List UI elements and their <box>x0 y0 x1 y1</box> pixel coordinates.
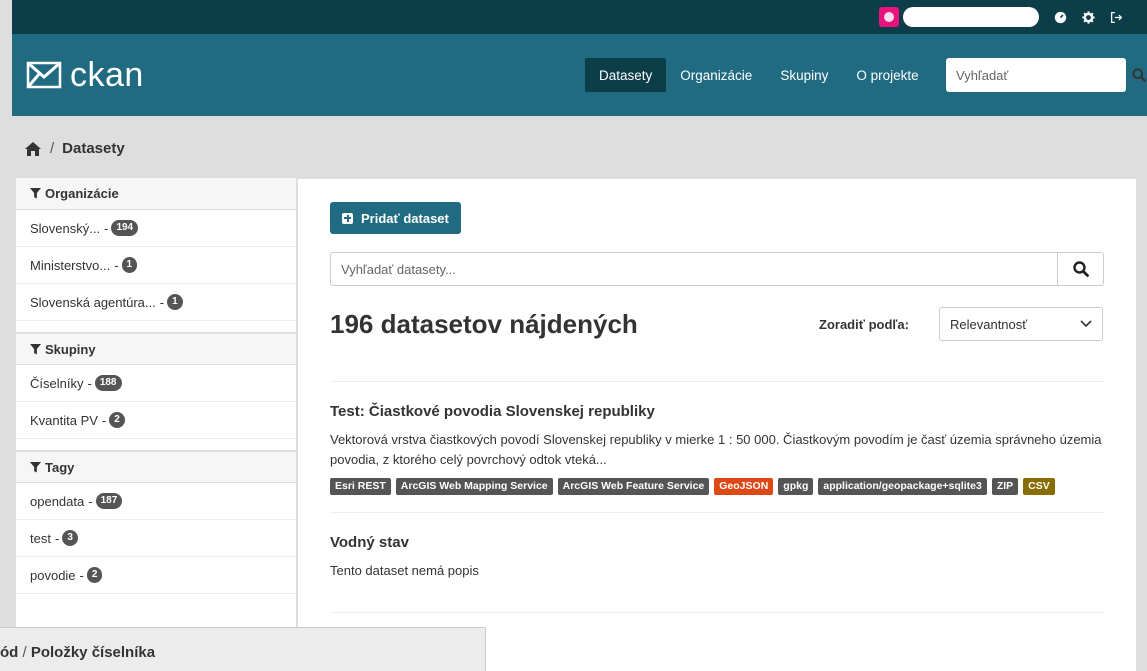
add-dataset-button[interactable]: Pridať dataset <box>330 202 461 234</box>
chevron-down-icon <box>1080 320 1092 328</box>
facet-heading-tags: Tagy <box>16 451 296 483</box>
filter-icon <box>30 188 41 199</box>
ckan-logo-icon <box>26 61 62 89</box>
breadcrumb: / Datasety <box>24 140 125 157</box>
dataset-notes: Vektorová vrstva čiastkových povodí Slov… <box>330 432 1102 467</box>
facet-item-group[interactable]: Kvantita PV -2 <box>16 402 296 439</box>
sort-select[interactable]: Relevantnosť <box>939 307 1103 341</box>
count-badge: 194 <box>111 220 139 236</box>
format-badge[interactable]: CSV <box>1023 478 1055 495</box>
dataset-search <box>330 252 1104 286</box>
dataset-search-input[interactable] <box>331 253 1057 285</box>
results-count-title: 196 datasetov nájdených <box>330 309 638 339</box>
breadcrumb-current[interactable]: Položky číselníka <box>31 644 155 661</box>
dataset-search-button[interactable] <box>1057 253 1103 285</box>
nav-about[interactable]: O projekte <box>842 58 932 92</box>
facet-item-tag[interactable]: opendata -187 <box>16 483 296 520</box>
user-avatar[interactable] <box>879 7 899 27</box>
facet-item-label: opendata <box>30 493 85 509</box>
format-badge[interactable]: ZIP <box>991 478 1019 495</box>
add-dataset-label: Pridať dataset <box>361 210 449 226</box>
facet-item-tag[interactable]: povodie -2 <box>16 557 296 594</box>
format-badge[interactable]: application/geopackage+sqlite3 <box>818 478 987 495</box>
facet-item-label: Slovenská agentúra... <box>30 294 156 310</box>
breadcrumb-current[interactable]: Datasety <box>62 140 125 157</box>
facet-item-label: Číselníky <box>30 375 84 391</box>
nav-organizations[interactable]: Organizácie <box>666 58 766 92</box>
nav-datasets[interactable]: Datasety <box>585 58 667 92</box>
facet-item-label: Slovenský... <box>30 220 101 236</box>
site-search <box>946 58 1146 92</box>
format-badge[interactable]: ArcGIS Web Mapping Service <box>395 478 553 495</box>
facet-item-tag[interactable]: test -3 <box>16 520 296 557</box>
count-badge: 1 <box>121 257 138 273</box>
count-badge: 187 <box>95 493 123 509</box>
dataset-title-link[interactable]: Vodný stav <box>330 534 1104 551</box>
facet-item-org[interactable]: Ministerstvo... -1 <box>16 247 296 284</box>
format-badge[interactable]: ArcGIS Web Feature Service <box>557 478 710 495</box>
count-badge: 2 <box>86 567 103 583</box>
result-divider <box>330 381 1104 382</box>
gear-icon[interactable] <box>1081 10 1095 24</box>
breadcrumb-partial[interactable]: ód <box>0 644 18 661</box>
nav-groups[interactable]: Skupiny <box>766 58 842 92</box>
result-divider <box>330 512 1104 513</box>
format-badge[interactable]: Esri REST <box>330 478 391 495</box>
count-badge: 1 <box>167 294 183 310</box>
breadcrumb-separator: / <box>50 140 55 157</box>
facet-item-label: povodie <box>30 567 76 583</box>
site-search-input[interactable] <box>956 67 1132 83</box>
format-list: Esri REST ArcGIS Web Mapping Service Arc… <box>330 478 1104 495</box>
count-badge: 2 <box>109 412 125 428</box>
sort-label: Zoradiť podľa: <box>819 317 909 332</box>
result-divider <box>330 612 1104 613</box>
format-badge[interactable]: GeoJSON <box>714 478 774 495</box>
facet-item-label: Kvantita PV <box>30 412 98 428</box>
facet-sidebar: Organizácie Slovenský... -194 Ministerstv… <box>16 178 296 633</box>
masthead: ckan Datasety Organizácie Skupiny O proj… <box>12 34 1147 116</box>
logo-text: ckan <box>70 55 144 94</box>
count-badge: 188 <box>94 375 122 391</box>
dataset-title-link[interactable]: Test: Čiastkové povodia Slovenskej repub… <box>330 403 1104 420</box>
search-icon[interactable] <box>1132 68 1146 82</box>
site-logo[interactable]: ckan <box>26 56 144 95</box>
breadcrumb-separator: / <box>22 644 31 661</box>
search-icon <box>1072 261 1089 277</box>
main-nav: Datasety Organizácie Skupiny O projekte <box>585 58 933 92</box>
dataset-item: Vodný stav Tento dataset nemá popis <box>330 534 1104 581</box>
facet-item-org[interactable]: Slovenská agentúra... -1 <box>16 284 296 321</box>
facet-heading-label: Tagy <box>45 459 75 475</box>
account-bar <box>12 0 1147 34</box>
facet-heading-organizations: Organizácie <box>16 178 296 210</box>
facet-item-group[interactable]: Číselníky -188 <box>16 365 296 402</box>
dataset-notes: Tento dataset nemá popis <box>330 563 479 578</box>
dataset-item: Test: Čiastkové povodia Slovenskej repub… <box>330 403 1104 495</box>
dataset-search-main: Pridať dataset 196 datasetov nájdených Z… <box>297 178 1137 671</box>
facet-item-label: Ministerstvo... <box>30 257 111 273</box>
format-badge[interactable]: gpkg <box>778 478 814 495</box>
username-link[interactable] <box>903 7 1039 27</box>
facet-heading-groups: Skupiny <box>16 333 296 365</box>
count-badge: 3 <box>62 530 78 546</box>
facet-item-label: test <box>30 530 51 546</box>
facet-spacer <box>16 321 296 333</box>
overlapping-window-breadcrumb: ód / Položky číselníka <box>0 627 486 671</box>
facet-heading-label: Organizácie <box>45 186 119 201</box>
plus-square-icon <box>342 212 353 224</box>
dashboard-icon[interactable] <box>1053 10 1067 24</box>
facet-item-org[interactable]: Slovenský... -194 <box>16 210 296 247</box>
filter-icon <box>30 343 41 355</box>
filter-icon <box>30 461 41 473</box>
logout-icon[interactable] <box>1109 10 1123 24</box>
facet-spacer <box>16 439 296 451</box>
sort-selected-value: Relevantnosť <box>950 316 1028 332</box>
home-icon[interactable] <box>24 141 42 157</box>
facet-heading-label: Skupiny <box>45 341 96 357</box>
